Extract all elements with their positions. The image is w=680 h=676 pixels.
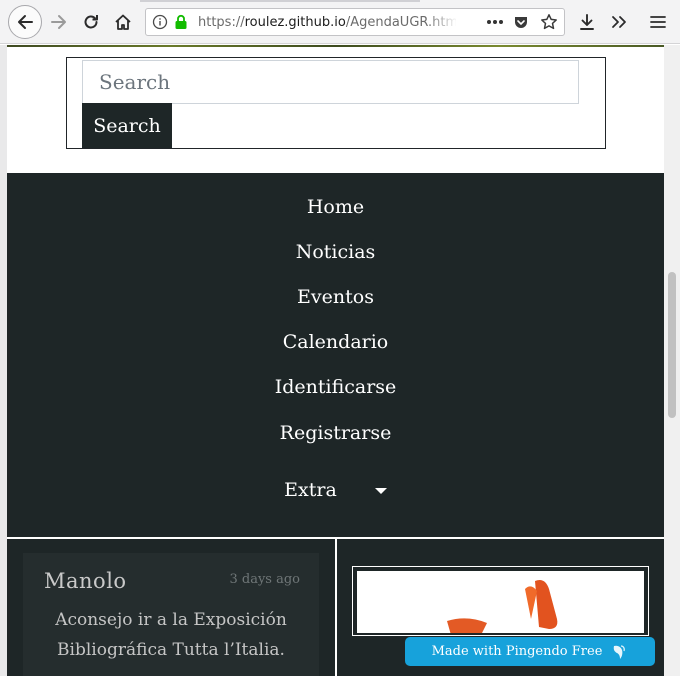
browser-toolbar: https://roulez.github.io/AgendaUGR.html — [0, 0, 680, 44]
nav-item-noticias[interactable]: Noticias — [7, 241, 664, 263]
pingendo-badge[interactable]: Made with Pingendo Free — [405, 637, 655, 666]
nav-menu: Home Noticias Eventos Calendario Identif… — [7, 173, 664, 537]
back-icon — [18, 15, 33, 29]
active-tab-indicator — [140, 0, 420, 2]
nav-item-extra-dropdown[interactable]: Extra — [7, 479, 664, 501]
overflow-button[interactable] — [604, 8, 634, 36]
url-bar[interactable]: https://roulez.github.io/AgendaUGR.html — [145, 8, 565, 36]
post-card: Manolo 3 days ago Aconsejo ir a la Expos… — [23, 553, 319, 676]
post-text-line: Bibliográfica Tutta l’Italia. — [57, 640, 285, 660]
menu-button[interactable] — [643, 8, 673, 36]
post-text: Aconsejo ir a la Exposición Bibliográfic… — [37, 605, 305, 665]
home-icon — [115, 14, 131, 30]
forward-button[interactable] — [44, 8, 74, 36]
menu-icon — [650, 16, 666, 28]
info-icon[interactable] — [152, 14, 168, 30]
search-input[interactable] — [82, 60, 579, 104]
post-text-line: Aconsejo ir a la Exposición — [55, 610, 287, 630]
search-button[interactable]: Search — [82, 103, 172, 148]
download-icon — [580, 14, 594, 30]
web-page: Search Home Noticias Eventos Calendario … — [0, 45, 664, 676]
posts-column: Manolo 3 days ago Aconsejo ir a la Expos… — [7, 539, 335, 676]
back-button[interactable] — [8, 5, 42, 39]
scrollbar-thumb[interactable] — [668, 272, 676, 418]
pocket-icon[interactable] — [512, 14, 530, 30]
nav-item-extra-label: Extra — [284, 479, 337, 501]
event-image-frame[interactable] — [352, 566, 649, 636]
page-margin — [0, 45, 7, 676]
header-image — [7, 45, 664, 47]
nav-item-calendario[interactable]: Calendario — [7, 331, 664, 353]
reload-button[interactable] — [76, 8, 106, 36]
caret-down-icon — [374, 488, 387, 494]
event-illustration — [447, 580, 558, 633]
search-form: Search — [66, 57, 606, 149]
page-scrollbar[interactable] — [664, 45, 680, 676]
nav-item-home[interactable]: Home — [7, 196, 664, 218]
nav-item-registrarse[interactable]: Registrarse — [7, 422, 664, 444]
page-actions-icon[interactable] — [484, 14, 506, 30]
post-time: 3 days ago — [229, 572, 300, 587]
post-author[interactable]: Manolo — [44, 569, 127, 593]
lock-icon[interactable] — [173, 14, 189, 30]
nav-item-eventos[interactable]: Eventos — [7, 286, 664, 308]
home-button[interactable] — [108, 8, 138, 36]
pingendo-logo-icon — [614, 644, 626, 659]
overflow-icon — [612, 16, 626, 28]
download-button[interactable] — [572, 8, 602, 36]
url-text: https://roulez.github.io/AgendaUGR.html — [198, 15, 456, 30]
event-image — [357, 571, 644, 633]
nav-item-identificarse[interactable]: Identificarse — [7, 376, 664, 398]
pingendo-badge-label: Made with Pingendo Free — [431, 644, 603, 659]
reload-icon — [84, 15, 98, 29]
bookmark-star-icon[interactable] — [540, 13, 558, 31]
forward-icon — [51, 15, 66, 29]
